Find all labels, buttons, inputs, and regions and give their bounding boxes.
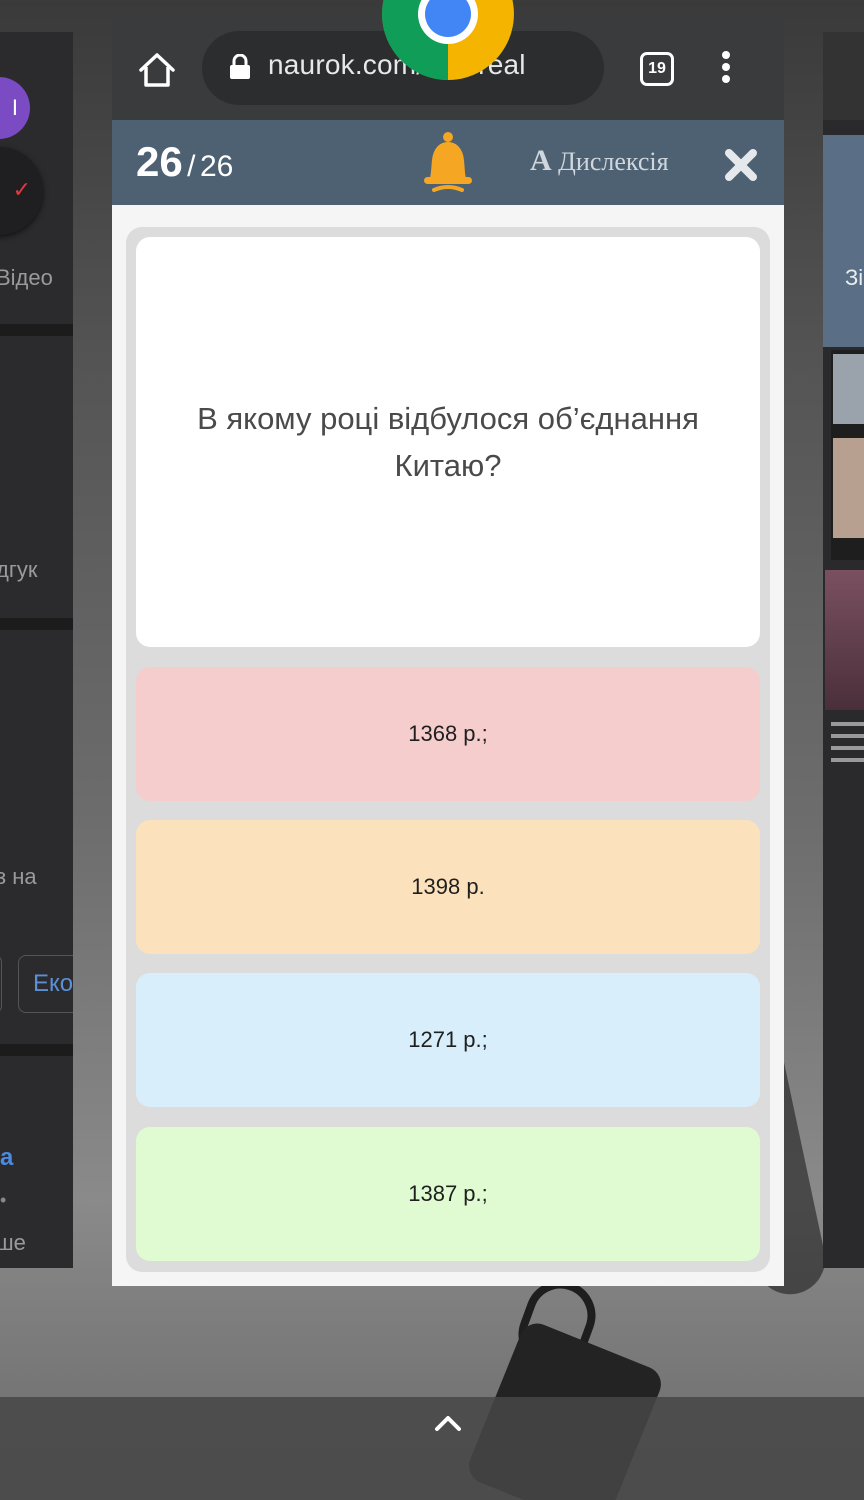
bell-icon[interactable] [420,130,476,196]
dyslexia-label: Дислексія [558,147,669,176]
answer-option-1[interactable]: 1368 р.; [136,667,760,801]
answer-option-4[interactable]: 1387 р.; [136,1127,760,1261]
recent-app-card-right[interactable]: Зі [823,32,864,1268]
tabs-icon[interactable]: 19 [640,52,674,86]
divider [0,618,73,630]
na-label: з на [0,864,37,889]
video-button: ✓ [0,147,43,235]
answer-option-2[interactable]: 1398 р. [136,820,760,954]
up-chevron-icon[interactable] [432,1410,464,1436]
close-icon[interactable] [724,148,758,182]
divider [0,1044,73,1056]
quiz-header: 26 / 26 A Дислексія [112,120,784,205]
avatar: І [0,77,30,139]
blue-panel-label: Зі [845,265,864,290]
link-text: а [0,1144,14,1171]
eco-chip: Еко [18,955,73,1013]
question-panel: В якому році відбулося об’єднання Китаю?… [126,227,770,1272]
dyslexia-glyph: A [530,144,552,177]
question-text: В якому році відбулося об’єднання Китаю? [136,237,760,647]
review-label: дгук [0,557,38,582]
screenshot-thumbnail [831,350,864,560]
chip [0,955,2,1013]
image-thumbnail [825,570,864,710]
text-lines [831,722,864,782]
recent-app-card-left[interactable]: І ✓ Відео дгук з на Еко а • ше [0,32,73,1268]
question-counter: 26 / 26 [136,138,233,186]
home-icon[interactable] [137,50,177,90]
more-label: ше [0,1230,26,1255]
recent-app-card-chrome[interactable]: naurok.com/test/real 19 26 / 26 A Дислек… [112,15,784,1286]
counter-separator: / [187,150,196,183]
quiz-content: В якому році відбулося об’єднання Китаю?… [112,205,784,1286]
answer-option-3[interactable]: 1271 р.; [136,973,760,1107]
video-label: Відео [0,265,53,290]
blue-panel: Зі [823,135,864,347]
divider [0,324,73,336]
lock-icon [230,54,250,79]
chrome-logo[interactable] [382,0,514,80]
dot-separator: • [0,1190,7,1210]
menu-icon[interactable] [721,51,731,87]
dyslexia-toggle[interactable]: A Дислексія [530,144,669,178]
card-toolbar [823,32,864,120]
total-questions: 26 [199,150,234,183]
current-question: 26 [136,138,183,185]
